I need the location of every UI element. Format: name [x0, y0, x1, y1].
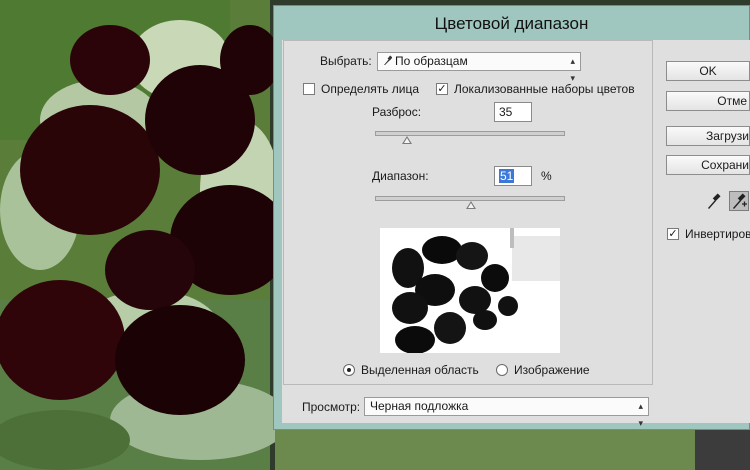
- save-button[interactable]: Сохрани: [666, 155, 750, 175]
- localized-label: Локализованные наборы цветов: [454, 82, 635, 96]
- detect-faces-label: Определять лица: [321, 82, 420, 96]
- eyedropper-icon[interactable]: [704, 191, 724, 211]
- range-slider-thumb[interactable]: [465, 201, 476, 209]
- detect-faces-checkbox[interactable]: [303, 83, 315, 95]
- range-unit: %: [541, 169, 552, 183]
- invert-checkbox[interactable]: ✓: [667, 228, 679, 240]
- fuzziness-input[interactable]: 35: [494, 102, 532, 122]
- fuzziness-label: Разброс:: [372, 105, 422, 119]
- invert-label: Инвертиров: [685, 227, 750, 241]
- range-input[interactable]: 51: [494, 166, 532, 186]
- select-label: Выбрать:: [320, 54, 372, 68]
- radio-selection-label: Выделенная область: [361, 363, 479, 377]
- ok-button[interactable]: OK: [666, 61, 750, 81]
- chevron-updown-icon: ▴ ▾: [638, 401, 643, 428]
- dialog-title: Цветовой диапазон: [434, 14, 589, 33]
- radio-selection[interactable]: [343, 364, 355, 376]
- preview-value: Черная подложка: [370, 399, 469, 413]
- load-button[interactable]: Загрузи: [666, 126, 750, 146]
- radio-image[interactable]: [496, 364, 508, 376]
- selection-mask-image: [380, 228, 560, 353]
- eyedropper-icon: [383, 54, 393, 65]
- select-value: По образцам: [395, 54, 468, 68]
- preview-label: Просмотр:: [302, 400, 361, 414]
- localized-checkbox[interactable]: ✓: [436, 83, 448, 95]
- cancel-button[interactable]: Отме: [666, 91, 750, 111]
- select-dropdown[interactable]: По образцам ▴ ▾: [377, 52, 581, 83]
- range-value: 51: [499, 169, 515, 183]
- radio-image-label: Изображение: [514, 363, 590, 377]
- range-label: Диапазон:: [372, 169, 429, 183]
- fuzziness-slider-thumb[interactable]: [401, 136, 412, 144]
- eyedropper-plus-icon[interactable]: [729, 191, 749, 211]
- preview-dropdown[interactable]: Черная подложка ▴ ▾: [364, 397, 649, 428]
- selection-preview: [380, 228, 560, 353]
